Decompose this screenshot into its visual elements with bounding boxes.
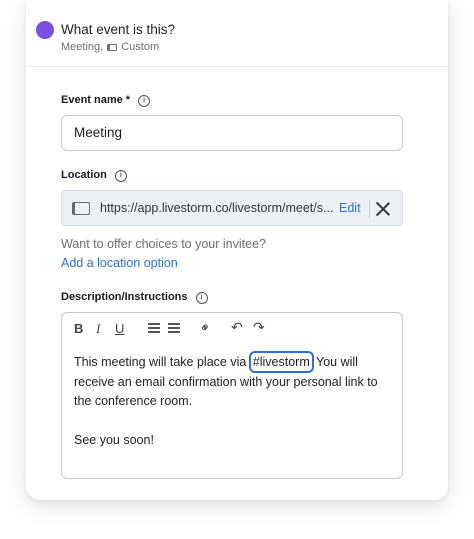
bullet-list-icon[interactable] — [148, 323, 160, 333]
event-card: What event is this? Meeting, Custom Even… — [26, 0, 448, 500]
info-icon[interactable]: i — [195, 292, 208, 304]
bold-button[interactable]: B — [74, 321, 83, 337]
undo-icon[interactable]: ↶ — [231, 319, 243, 336]
location-field: https://app.livestorm.co/livestorm/meet/… — [61, 190, 403, 226]
description-editor[interactable]: B I U ⚭ ↶ ↷ This meeting will take place… — [61, 312, 403, 479]
description-paragraph: See you soon! — [74, 433, 154, 447]
add-location-option-link[interactable]: Add a location option — [61, 256, 178, 270]
numbered-list-icon[interactable] — [168, 323, 180, 333]
description-paragraph: This meeting will take place via #livest… — [74, 351, 390, 412]
link-icon[interactable]: ⚭ — [196, 318, 215, 337]
event-type-label: Meeting, — [61, 41, 104, 53]
event-type-subtitle: Meeting, Custom — [61, 41, 159, 53]
offer-choices-text: Want to offer choices to your invitee? — [61, 237, 266, 251]
divider — [369, 200, 370, 218]
livestorm-variable-tag[interactable]: #livestorm — [248, 351, 314, 373]
event-color-dot — [36, 21, 54, 39]
event-name-input[interactable]: Meeting — [61, 115, 403, 151]
event-type-header[interactable]: What event is this? Meeting, Custom — [26, 0, 448, 67]
location-url: https://app.livestorm.co/livestorm/meet/… — [100, 201, 334, 215]
event-name-label: Event name * i — [61, 94, 151, 107]
close-icon[interactable] — [374, 200, 392, 218]
underline-button[interactable]: U — [115, 321, 124, 337]
description-label: Description/Instructions i — [61, 291, 208, 304]
italic-button[interactable]: I — [96, 321, 100, 337]
redo-icon[interactable]: ↷ — [253, 319, 265, 336]
info-icon[interactable]: i — [114, 170, 127, 182]
info-icon[interactable]: i — [138, 95, 151, 107]
custom-icon — [107, 43, 118, 51]
event-type-title: What event is this? — [61, 22, 176, 37]
location-label: Location i — [61, 169, 127, 182]
location-edit-link[interactable]: Edit — [339, 201, 361, 215]
description-content[interactable]: This meeting will take place via #livest… — [74, 351, 390, 451]
custom-label: Custom — [121, 41, 160, 53]
video-room-icon — [72, 202, 90, 215]
